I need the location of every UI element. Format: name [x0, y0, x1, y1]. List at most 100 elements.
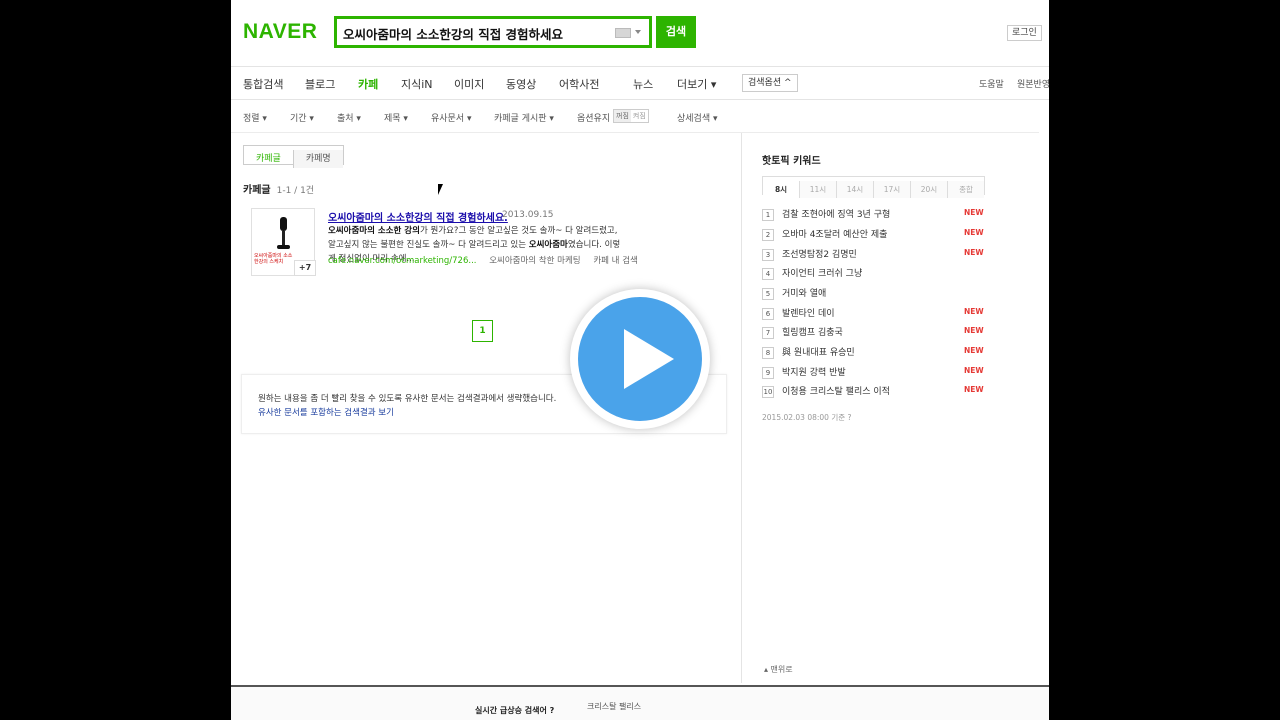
microphone-base	[277, 245, 290, 249]
thumbnail-caption: 오씨아줌마의 소소한강의 스케치	[254, 253, 293, 265]
tab-news[interactable]: 뉴스	[633, 76, 653, 92]
search-options-button[interactable]: 검색옵션 ^	[742, 74, 798, 92]
filter-title[interactable]: 제목 ▾	[384, 111, 408, 124]
search-query[interactable]: 오씨아줌마의 소소한강의 직접 경험하세요	[343, 24, 563, 43]
cafe-name-link[interactable]: 오씨아줌마의 착한 마케팅	[489, 256, 580, 266]
keyword-item[interactable]: 2 오바마 4조달러 예산안 제출 NEW	[762, 227, 987, 243]
time-tab-14[interactable]: 14시	[836, 181, 873, 198]
mouse-cursor	[438, 184, 443, 195]
filter-keep-options: 옵션유지	[577, 114, 611, 124]
tab-cafe[interactable]: 카페	[358, 76, 378, 92]
keyword-rank: 4	[762, 267, 774, 280]
notice-text: 원하는 내용을 좀 더 빨리 찾을 수 있도록 유사한 문서는 검색결과에서 생…	[258, 394, 557, 404]
keyword-text[interactable]: 발렌타인 데이	[782, 309, 835, 319]
keyword-text[interactable]: 박지원 강력 반발	[782, 368, 846, 378]
new-badge: NEW	[964, 307, 984, 316]
keyword-item[interactable]: 5 거미와 열애	[762, 286, 987, 302]
keyword-item[interactable]: 10 이청용 크리스탈 팰리스 이적 NEW	[762, 384, 987, 400]
video-play-button[interactable]	[570, 289, 710, 429]
in-cafe-search-link[interactable]: 카페 내 검색	[593, 256, 638, 266]
back-to-top-link[interactable]: ▴ 맨위로	[764, 664, 793, 675]
tab-kin[interactable]: 지식iN	[401, 76, 433, 92]
filter-sort[interactable]: 정렬 ▾	[243, 111, 267, 124]
time-tab-total[interactable]: 종합	[947, 181, 984, 198]
filter-advanced[interactable]: 상세검색 ▾	[677, 111, 718, 124]
tab-blog[interactable]: 블로그	[305, 76, 335, 92]
keyword-rank: 6	[762, 307, 774, 320]
desc-highlight-2: 오씨아줌마	[528, 240, 568, 250]
keyboard-icon[interactable]	[615, 28, 631, 38]
hot-topic-title: 핫토픽 키워드	[762, 156, 821, 167]
result-thumbnail[interactable]: 오씨아줌마의 소소한강의 스케치 +7	[251, 208, 316, 276]
result-date: 2013.09.15	[502, 210, 554, 220]
keyword-text[interactable]: 검찰 조현아에 징역 3년 구형	[782, 210, 890, 220]
tab-image[interactable]: 이미지	[454, 76, 484, 92]
new-badge: NEW	[964, 248, 984, 257]
tab-more[interactable]: 더보기 ▾	[677, 76, 716, 92]
desc-highlight-1: 오씨아줌마의 소소한 강의	[328, 226, 420, 236]
keyword-item[interactable]: 4 자이언티 크러쉬 그냥	[762, 266, 987, 282]
include-similar-link[interactable]: 유사한 문서를 포함하는 검색결과 보기	[258, 406, 394, 418]
naver-logo[interactable]: NAVER	[243, 20, 317, 44]
keyword-item[interactable]: 6 발렌타인 데이 NEW	[762, 306, 987, 322]
microphone-stand	[282, 231, 285, 245]
time-tab-11[interactable]: 11시	[799, 181, 836, 198]
result-type-segment: 카페글 카페명	[243, 145, 344, 168]
keyword-text[interactable]: 거미와 열애	[782, 289, 826, 299]
help-link[interactable]: 도움말	[979, 77, 1004, 90]
keyword-rank: 3	[762, 248, 774, 261]
time-tab-8[interactable]: 8시	[763, 181, 799, 198]
keyword-rank: 10	[762, 385, 774, 398]
filter-board[interactable]: 카페글 게시판 ▾	[494, 111, 554, 124]
time-tab-17[interactable]: 17시	[873, 181, 910, 198]
keyword-item[interactable]: 7 힐링캠프 김충국 NEW	[762, 325, 987, 341]
page-number-current[interactable]: 1	[472, 320, 493, 342]
login-button[interactable]: 로그인	[1007, 25, 1042, 41]
keyword-rank: 9	[762, 366, 774, 379]
keyword-text[interactable]: 오바마 4조달러 예산안 제출	[782, 230, 887, 240]
filter-similar[interactable]: 유사문서 ▾	[431, 111, 472, 124]
microphone-icon	[280, 217, 287, 231]
section-heading: 카페글 1-1 / 1건	[243, 181, 314, 196]
keyword-item[interactable]: 1 검찰 조현아에 징역 3년 구형 NEW	[762, 207, 987, 223]
keep-options-toggle[interactable]: 꺼짐 켜짐	[613, 109, 649, 123]
filter-period[interactable]: 기간 ▾	[290, 111, 314, 124]
keyword-text[interactable]: 자이언티 크러쉬 그냥	[782, 269, 862, 279]
result-url[interactable]: cafe.naver.com/ocmarketing/726...	[328, 256, 476, 266]
keyword-text[interactable]: 與 원내대표 유승민	[782, 348, 855, 358]
result-meta: cafe.naver.com/ocmarketing/726... 오씨아줌마의…	[328, 254, 648, 266]
filter-source[interactable]: 출처 ▾	[337, 111, 361, 124]
toggle-off-label[interactable]: 꺼짐	[614, 110, 631, 122]
chevron-down-icon[interactable]	[635, 30, 641, 34]
keyword-item[interactable]: 8 與 원내대표 유승민 NEW	[762, 345, 987, 361]
keyword-text[interactable]: 조선명탐정2 김명민	[782, 250, 857, 260]
seg-cafe-posts[interactable]: 카페글	[244, 150, 294, 168]
play-circle[interactable]	[578, 297, 702, 421]
time-tabs: 8시 11시 14시 17시 20시 종합	[762, 176, 985, 198]
keyword-item[interactable]: 3 조선명탐정2 김명민 NEW	[762, 247, 987, 263]
new-badge: NEW	[964, 326, 984, 335]
result-count: 1-1 / 1건	[276, 186, 315, 196]
hot-topic-timestamp: 2015.02.03 08:00 기준 ?	[762, 413, 852, 422]
tab-all[interactable]: 통합검색	[243, 76, 283, 92]
section-title: 카페글	[243, 185, 271, 196]
time-tab-20[interactable]: 20시	[910, 181, 947, 198]
search-input[interactable]: 오씨아줌마의 소소한강의 직접 경험하세요	[334, 16, 652, 48]
new-badge: NEW	[964, 385, 984, 394]
search-button[interactable]: 검색	[656, 16, 696, 48]
toggle-on-label[interactable]: 켜짐	[631, 110, 648, 122]
trending-item[interactable]: 크리스탈 팰리스	[587, 701, 641, 712]
seg-cafe-names[interactable]: 카페명	[293, 150, 343, 168]
feedback-link[interactable]: 원본반영	[1017, 77, 1049, 90]
keyword-text[interactable]: 힐링캠프 김충국	[782, 328, 843, 338]
header: NAVER 오씨아줌마의 소소한강의 직접 경험하세요 검색 로그인	[231, 0, 1049, 67]
keyword-item[interactable]: 9 박지원 강력 반발 NEW	[762, 365, 987, 381]
keyword-text[interactable]: 이청용 크리스탈 팰리스 이적	[782, 387, 890, 397]
tab-dictionary[interactable]: 어학사전	[559, 76, 599, 92]
result-title-link[interactable]: 오씨아줌마의 소소한강의 직접 경험하세요.	[328, 209, 508, 224]
new-badge: NEW	[964, 228, 984, 237]
thumbnail-count[interactable]: +7	[294, 260, 316, 276]
tab-video[interactable]: 동영상	[506, 76, 536, 92]
realtime-trending-bar: 실시간 급상승 검색어 ? 크리스탈 팰리스	[231, 687, 1049, 720]
keyword-rank: 8	[762, 346, 774, 359]
